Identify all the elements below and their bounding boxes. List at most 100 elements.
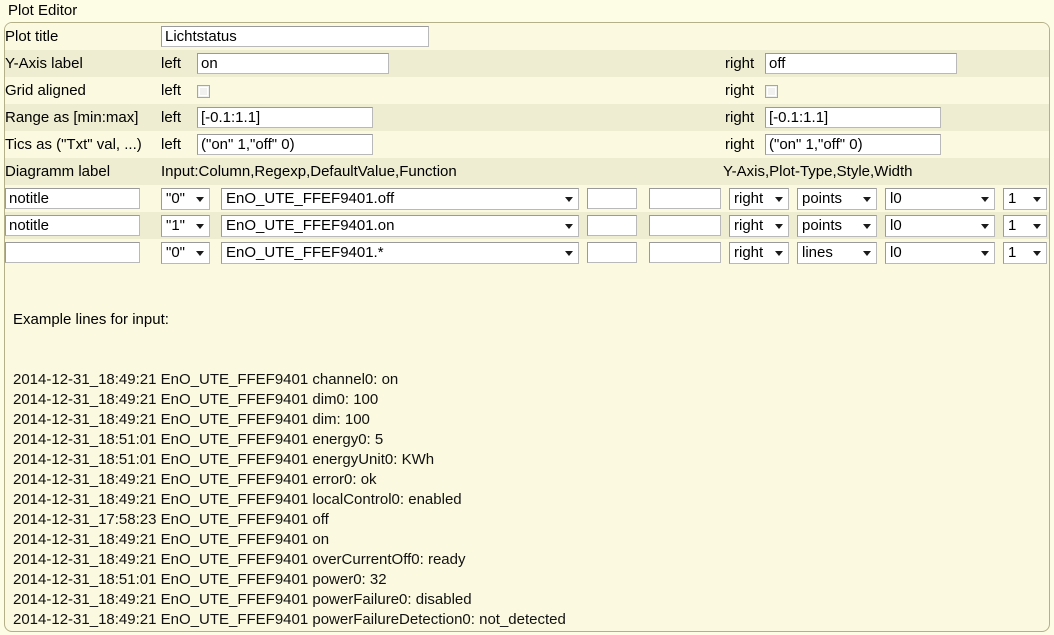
series-style-select[interactable]: l0 [885, 241, 995, 264]
plot-editor-panel: Plot title Y-Axis label left right Grid … [4, 22, 1050, 632]
series-default-value-input[interactable] [587, 188, 637, 209]
series-regexp-combobox[interactable]: EnO_UTE_FFEF9401.on [221, 214, 579, 237]
series-default-value-input[interactable] [587, 215, 637, 236]
series-yaxis-select[interactable]: right [729, 214, 789, 237]
example-line: 2014-12-31_18:51:01 EnO_UTE_FFEF9401 pow… [13, 571, 387, 588]
series-column-select[interactable]: "0" [161, 241, 210, 264]
series-default-value-input[interactable] [587, 242, 637, 263]
chevron-down-icon [981, 196, 989, 202]
chevron-down-icon [1033, 250, 1041, 256]
series-label-input[interactable] [5, 188, 140, 209]
series-yaxis-select[interactable]: right [729, 241, 789, 264]
plot-title-label: Plot title [5, 23, 161, 50]
example-line: 2014-12-31_17:58:23 EnO_UTE_FFEF9401 off [13, 511, 329, 528]
example-line: 2014-12-31_18:49:21 EnO_UTE_FFEF9401 ove… [13, 551, 466, 568]
chevron-down-icon [981, 223, 989, 229]
example-lines-block: Example lines for input: 2014-12-31_18:4… [5, 266, 1049, 631]
example-line: 2014-12-31_18:49:21 EnO_UTE_FFEF9401 pow… [13, 611, 566, 628]
series-header-axis-spec: Y-Axis,Plot-Type,Style,Width [723, 158, 1049, 185]
row-yaxis-label: Y-Axis label left right [5, 50, 1049, 77]
example-line: 2014-12-31_18:49:21 EnO_UTE_FFEF9401 pow… [13, 591, 472, 608]
range-label: Range as [min:max] [5, 104, 161, 131]
series-label-input[interactable] [5, 215, 140, 236]
example-line: 2014-12-31_18:49:21 EnO_UTE_FFEF9401 err… [13, 471, 377, 488]
tics-label: Tics as ("Txt" val, ...) [5, 131, 161, 158]
grid-left-checkbox[interactable] [197, 84, 210, 98]
example-line: 2014-12-31_18:51:01 EnO_UTE_FFEF9401 pow… [13, 630, 1049, 631]
series-yaxis-select[interactable]: right [729, 187, 789, 210]
grid-right-checkbox[interactable] [765, 84, 778, 98]
series-regexp-combobox[interactable]: EnO_UTE_FFEF9401.off [221, 187, 579, 210]
series-header-diagram-label: Diagramm label [5, 158, 161, 185]
series-row: "1" EnO_UTE_FFEF9401.on right points l0 1 [5, 212, 1049, 239]
tics-left-label: left [161, 131, 197, 158]
series-width-select[interactable]: 1 [1003, 187, 1047, 210]
range-left-label: left [161, 104, 197, 131]
example-line: 2014-12-31_18:49:21 EnO_UTE_FFEF9401 cha… [13, 371, 399, 388]
chevron-down-icon [196, 223, 204, 229]
range-right-input[interactable] [765, 107, 941, 128]
series-table: Diagramm label Input:Column,Regexp,Defau… [5, 158, 1049, 185]
yaxis-label-label: Y-Axis label [5, 50, 161, 77]
chevron-down-icon [196, 196, 204, 202]
chevron-down-icon [775, 196, 783, 202]
row-range: Range as [min:max] left right [5, 104, 1049, 131]
chevron-down-icon [1033, 196, 1041, 202]
series-width-select[interactable]: 1 [1003, 214, 1047, 237]
example-line: 2014-12-31_18:49:21 EnO_UTE_FFEF9401 dim… [13, 391, 379, 408]
row-plot-title: Plot title [5, 23, 1049, 50]
example-line: 2014-12-31_18:51:01 EnO_UTE_FFEF9401 ene… [13, 451, 435, 468]
example-line: 2014-12-31_18:49:21 EnO_UTE_FFEF9401 on [13, 531, 330, 548]
yaxis-left-label: left [161, 50, 197, 77]
series-plot-type-select[interactable]: points [797, 214, 877, 237]
grid-right-label: right [725, 77, 765, 104]
chevron-down-icon [196, 250, 204, 256]
chevron-down-icon [863, 223, 871, 229]
series-header-input-spec: Input:Column,Regexp,DefaultValue,Functio… [161, 158, 723, 185]
series-rows-table: "0"EnO_UTE_FFEF9401.offrightpointsl01"1"… [5, 185, 1049, 266]
tics-left-input[interactable] [197, 134, 373, 155]
chevron-down-icon [565, 223, 573, 229]
chevron-down-icon [775, 250, 783, 256]
example-line: 2014-12-31_18:49:21 EnO_UTE_FFEF9401 dim… [13, 411, 370, 428]
series-plot-type-select[interactable]: points [797, 187, 877, 210]
series-style-select[interactable]: l0 [885, 187, 995, 210]
chevron-down-icon [981, 250, 989, 256]
page-title: Plot Editor [8, 2, 78, 19]
series-column-select[interactable]: "0" [161, 187, 210, 210]
chevron-down-icon [775, 223, 783, 229]
yaxis-left-input[interactable] [197, 53, 389, 74]
series-label-input[interactable] [5, 242, 140, 263]
chevron-down-icon [1033, 223, 1041, 229]
series-function-input[interactable] [649, 188, 721, 209]
tics-right-input[interactable] [765, 134, 941, 155]
row-grid-aligned: Grid aligned left right [5, 77, 1049, 104]
series-function-input[interactable] [649, 242, 721, 263]
row-tics: Tics as ("Txt" val, ...) left right [5, 131, 1049, 158]
chevron-down-icon [565, 250, 573, 256]
chevron-down-icon [863, 196, 871, 202]
series-function-input[interactable] [649, 215, 721, 236]
yaxis-right-label: right [725, 50, 765, 77]
chevron-down-icon [863, 250, 871, 256]
plot-title-input[interactable] [161, 26, 429, 47]
grid-left-label: left [161, 77, 197, 104]
tics-right-label: right [725, 131, 765, 158]
series-plot-type-select[interactable]: lines [797, 241, 877, 264]
series-header-row: Diagramm label Input:Column,Regexp,Defau… [5, 158, 1049, 185]
series-regexp-combobox[interactable]: EnO_UTE_FFEF9401.* [221, 241, 579, 264]
chevron-down-icon [565, 196, 573, 202]
series-column-select[interactable]: "1" [161, 214, 210, 237]
series-width-select[interactable]: 1 [1003, 241, 1047, 264]
range-left-input[interactable] [197, 107, 373, 128]
example-line: 2014-12-31_18:51:01 EnO_UTE_FFEF9401 ene… [13, 431, 384, 448]
series-row: "0" EnO_UTE_FFEF9401.off right points l0 1 [5, 185, 1049, 212]
yaxis-right-input[interactable] [765, 53, 957, 74]
example-line: 2014-12-31_18:49:21 EnO_UTE_FFEF9401 loc… [13, 491, 462, 508]
example-lines-title: Example lines for input: [13, 311, 169, 328]
range-right-label: right [725, 104, 765, 131]
series-row: "0" EnO_UTE_FFEF9401.* right lines l0 1 [5, 239, 1049, 266]
grid-aligned-label: Grid aligned [5, 77, 161, 104]
plot-settings-table: Plot title Y-Axis label left right Grid … [5, 23, 1049, 158]
series-style-select[interactable]: l0 [885, 214, 995, 237]
